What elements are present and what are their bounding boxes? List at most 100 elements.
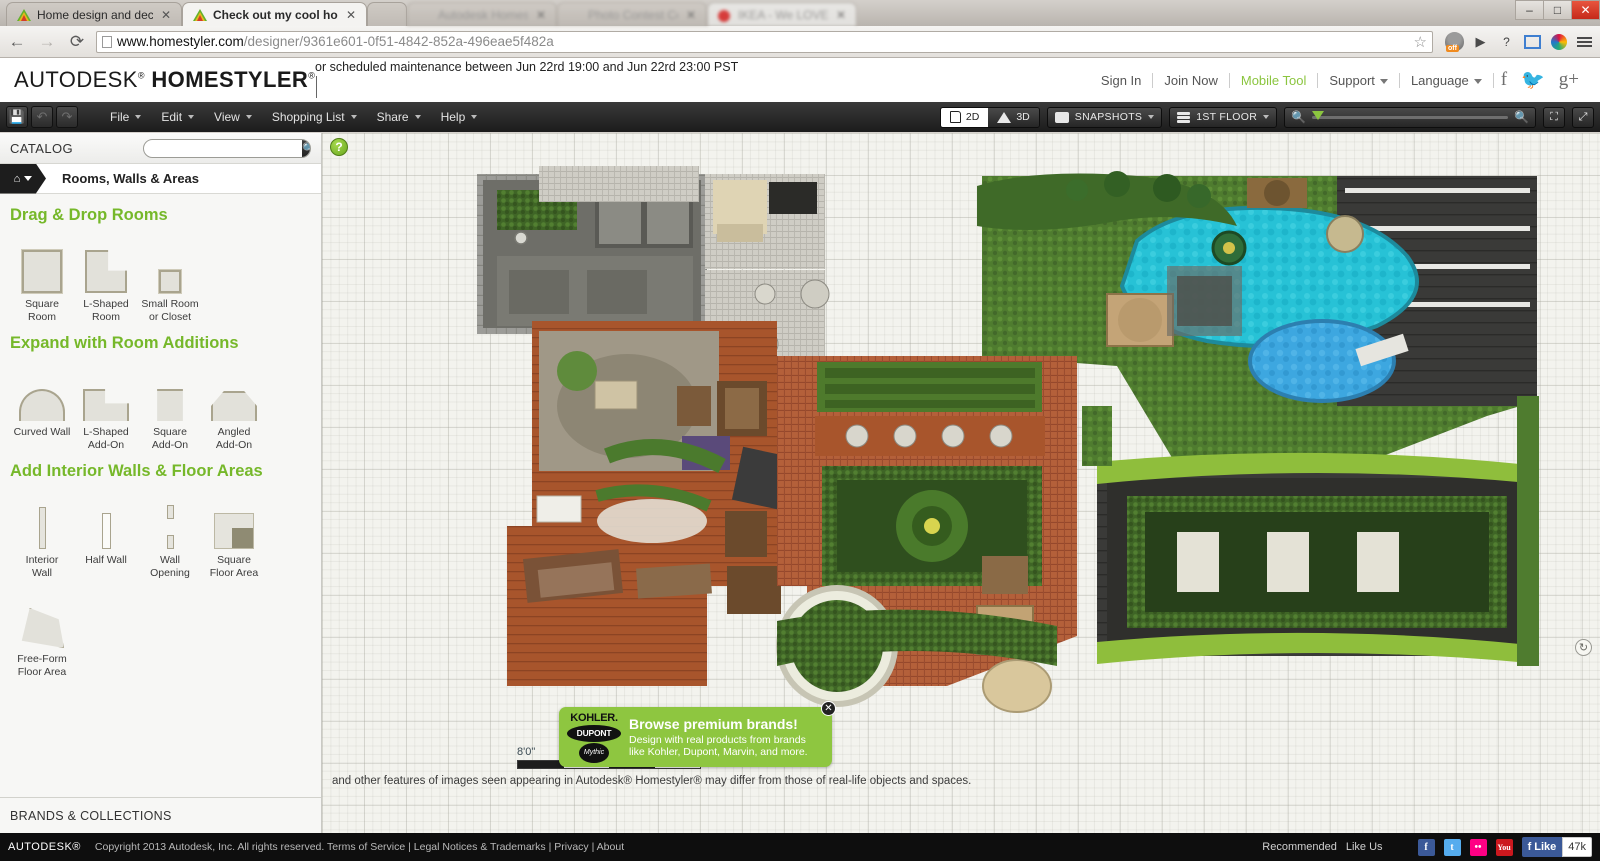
mobile-tool-link[interactable]: Mobile Tool — [1230, 73, 1318, 88]
ghostery-cat-icon[interactable]: off — [1445, 32, 1464, 51]
catalog-item-curved-wall[interactable]: Curved Wall — [10, 365, 74, 452]
color-globe-icon[interactable] — [1549, 32, 1568, 51]
catalog-item-square-add-on[interactable]: SquareAdd-On — [138, 365, 202, 452]
brands-collections-bar[interactable]: BRANDS & COLLECTIONS — [0, 797, 321, 833]
tab-close-icon[interactable]: ✕ — [834, 9, 848, 21]
forward-arrow-icon[interactable]: → — [36, 31, 58, 53]
facebook-icon[interactable]: f — [1494, 69, 1514, 91]
save-disk-icon[interactable]: 💾 — [6, 106, 28, 128]
tab-close-icon[interactable]: ✕ — [344, 9, 358, 21]
screenshot-crop-icon[interactable] — [1523, 32, 1542, 51]
snapshots-button[interactable]: SNAPSHOTS — [1047, 107, 1162, 128]
address-bar[interactable]: www.homestyler.com/designer/9361e601-0f5… — [96, 31, 1433, 53]
like-button-label: fLike — [1522, 837, 1563, 857]
home-icon[interactable]: ⌂ — [0, 164, 46, 194]
support-menu[interactable]: Support — [1318, 73, 1399, 88]
copyright-text: Copyright 2013 Autodesk, Inc. All rights… — [95, 841, 324, 853]
breadcrumb-label: Rooms, Walls & Areas — [46, 171, 199, 186]
zoom-slider-group[interactable]: 🔍 🔍 — [1284, 107, 1536, 128]
zoom-out-magnifier-icon[interactable]: 🔍 — [1291, 110, 1306, 124]
chrome-menu-icon[interactable] — [1575, 32, 1594, 51]
fullscreen-icon[interactable]: ⤢ — [1572, 107, 1594, 128]
legal-link[interactable]: Legal Notices & Trademarks — [414, 841, 546, 853]
catalog-item-free-form-floor-area[interactable]: Free-FormFloor Area — [10, 592, 74, 679]
chevron-down-icon — [135, 115, 141, 119]
minimize-button[interactable]: – — [1515, 0, 1544, 20]
angled-add-on-icon — [202, 365, 266, 421]
floorplan-canvas[interactable]: ? ↻ — [322, 133, 1600, 833]
fit-to-screen-icon[interactable]: ⛶ — [1543, 107, 1565, 128]
zoom-in-magnifier-icon[interactable]: 🔍 — [1514, 110, 1529, 124]
twitter-icon[interactable]: t — [1444, 839, 1461, 856]
facebook-icon[interactable]: f — [1418, 839, 1435, 856]
catalog-item-small-room[interactable]: Small Roomor Closet — [138, 237, 202, 324]
bookmark-star-icon[interactable]: ☆ — [1414, 33, 1427, 51]
close-icon[interactable]: ✕ — [821, 701, 836, 716]
catalog-sidebar: CATALOG 🔍 ⌂ Rooms, Walls & Areas Drag & … — [0, 133, 322, 833]
page-favicon-icon — [418, 8, 432, 22]
catalog-item-l-shaped-room[interactable]: L-ShapedRoom — [74, 237, 138, 324]
zoom-slider-track[interactable] — [1312, 116, 1508, 119]
twitter-icon[interactable]: 🐦 — [1514, 68, 1552, 92]
menu-edit[interactable]: Edit — [151, 102, 204, 132]
catalog-item-square-floor-area[interactable]: SquareFloor Area — [202, 493, 266, 580]
join-now-link[interactable]: Join Now — [1153, 73, 1228, 88]
sign-in-link[interactable]: Sign In — [1090, 73, 1152, 88]
close-window-button[interactable]: ✕ — [1571, 0, 1600, 20]
browser-tab-4[interactable]: Autodesk Homestyler R... ✕ — [407, 2, 557, 26]
help-question-icon[interactable]: ? — [1497, 32, 1516, 51]
catalog-item-square-room[interactable]: SquareRoom — [10, 237, 74, 324]
menu-share[interactable]: Share — [367, 102, 431, 132]
menu-shopping-list[interactable]: Shopping List — [262, 102, 367, 132]
catalog-item-l-add-on[interactable]: L-ShapedAdd-On — [74, 365, 138, 452]
view-mode-switch: 2D 3D — [940, 107, 1040, 128]
tab-close-icon[interactable]: ✕ — [534, 9, 548, 21]
chevron-down-icon — [24, 176, 32, 181]
about-link[interactable]: About — [597, 841, 624, 853]
catalog-item-angled-add-on[interactable]: AngledAdd-On — [202, 365, 266, 452]
privacy-link[interactable]: Privacy — [554, 841, 588, 853]
floor-selector[interactable]: 1ST FLOOR — [1169, 107, 1277, 128]
flickr-icon[interactable]: •• — [1470, 839, 1487, 856]
footer-copyright: Copyright 2013 Autodesk, Inc. All rights… — [95, 841, 624, 853]
browser-tab-3[interactable] — [367, 2, 407, 26]
tab-close-icon[interactable]: ✕ — [684, 9, 698, 21]
browser-tab-6[interactable]: IKEA - We LOVE to... ✕ — [707, 2, 857, 26]
search-magnifier-icon[interactable]: 🔍 — [302, 139, 311, 158]
menu-file[interactable]: File — [100, 102, 151, 132]
menu-help[interactable]: Help — [431, 102, 488, 132]
catalog-item-interior-wall[interactable]: InteriorWall — [10, 493, 74, 580]
undo-arrow-icon[interactable]: ↶ — [31, 106, 53, 128]
tab-2d-view[interactable]: 2D — [941, 108, 988, 127]
promo-ad-kohler[interactable]: ✕ KOHLER. DUPONT Mythic Browse premium b… — [559, 707, 832, 767]
maximize-button[interactable]: □ — [1543, 0, 1572, 20]
search-input[interactable] — [144, 140, 302, 157]
help-question-icon[interactable]: ? — [330, 138, 348, 156]
facebook-like-button[interactable]: fLike 47k — [1522, 837, 1592, 857]
youtube-icon[interactable]: You — [1496, 839, 1513, 856]
item-label: Free-FormFloor Area — [10, 653, 74, 679]
browser-tab-5[interactable]: Photo Contest Center ✕ — [557, 2, 707, 26]
brands-label: BRANDS & COLLECTIONS — [10, 809, 172, 823]
reload-icon[interactable]: ⟳ — [66, 31, 88, 53]
tab-3d-view[interactable]: 3D — [988, 108, 1038, 127]
chevron-down-icon — [471, 115, 477, 119]
catalog-item-half-wall[interactable]: Half Wall — [74, 493, 138, 580]
redo-arrow-icon[interactable]: ↷ — [56, 106, 78, 128]
adblock-off-icon[interactable]: ▶ — [1471, 32, 1490, 51]
language-menu[interactable]: Language — [1400, 73, 1493, 88]
square-room-icon — [10, 237, 74, 293]
rotate-view-icon[interactable]: ↻ — [1575, 639, 1592, 656]
menu-view[interactable]: View — [204, 102, 262, 132]
googleplus-icon[interactable]: g+ — [1552, 69, 1586, 91]
tab-close-icon[interactable]: ✕ — [159, 9, 173, 21]
back-arrow-icon[interactable]: ← — [6, 31, 28, 53]
terms-link[interactable]: Terms of Service — [327, 841, 405, 853]
homestyler-logo[interactable]: AUTODESK® HOMESTYLER® — [0, 67, 315, 93]
browser-tab-2-active[interactable]: Check out my cool home ✕ — [182, 2, 367, 26]
homestyler-favicon-icon — [193, 8, 207, 22]
browser-navigation-bar: ← → ⟳ www.homestyler.com/designer/9361e6… — [0, 26, 1600, 58]
search-box[interactable]: 🔍 — [143, 139, 311, 158]
browser-tab-1[interactable]: Home design and decorat ✕ — [6, 2, 182, 26]
catalog-item-wall-opening[interactable]: WallOpening — [138, 493, 202, 580]
